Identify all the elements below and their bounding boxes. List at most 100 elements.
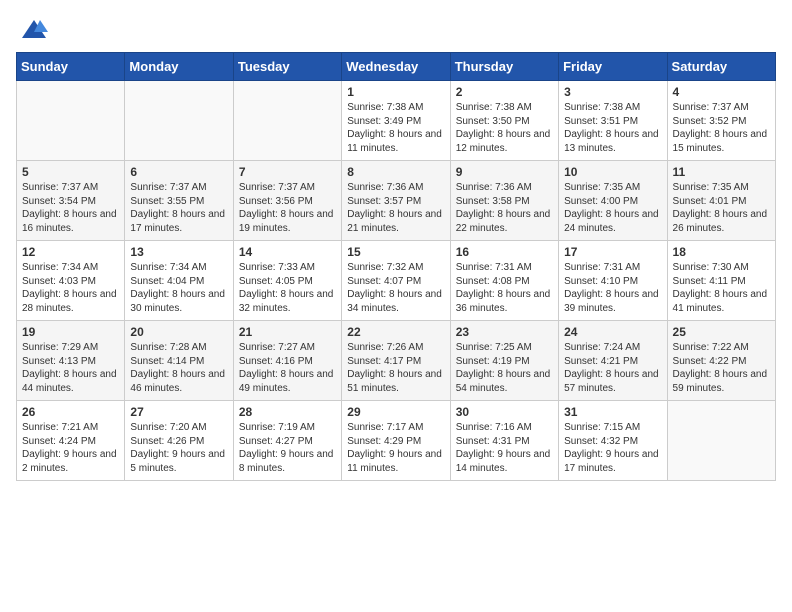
- calendar-cell: 5Sunrise: 7:37 AM Sunset: 3:54 PM Daylig…: [17, 161, 125, 241]
- day-number: 16: [456, 245, 553, 259]
- cell-info: Sunrise: 7:34 AM Sunset: 4:04 PM Dayligh…: [130, 261, 227, 315]
- calendar-cell: [667, 401, 775, 481]
- calendar-cell: 16 Sunrise: 7:31 AM Sunset: 4:08 PM Dayli…: [450, 241, 558, 321]
- day-number: 27: [130, 405, 227, 419]
- calendar-cell: 6 Sunrise: 7:37 AM Sunset: 3:55 PM Daylig…: [125, 161, 233, 241]
- calendar-table: SundayMondayTuesdayWednesdayThursdayFrid…: [16, 52, 776, 481]
- cell-info: Sunrise: 7:38 AM Sunset: 3:50 PM Dayligh…: [456, 101, 553, 155]
- calendar-cell: 29Sunrise: 7:17 AM Sunset: 4:29 PM Dayli…: [342, 401, 450, 481]
- day-number: 23: [456, 325, 553, 339]
- calendar-cell: 2 Sunrise: 7:38 AM Sunset: 3:50 PM Daylig…: [450, 81, 558, 161]
- calendar-cell: 7 Sunrise: 7:37 AM Sunset: 3:56 PM Daylig…: [233, 161, 341, 241]
- cell-info: Sunrise: 7:27 AM Sunset: 4:16 PM Dayligh…: [239, 341, 336, 395]
- day-number: 7: [239, 165, 336, 179]
- calendar-cell: 17 Sunrise: 7:31 AM Sunset: 4:10 PM Dayli…: [559, 241, 667, 321]
- calendar-week-row: 1 Sunrise: 7:38 AM Sunset: 3:49 PM Daylig…: [17, 81, 776, 161]
- calendar-cell: 1 Sunrise: 7:38 AM Sunset: 3:49 PM Daylig…: [342, 81, 450, 161]
- cell-info: Sunrise: 7:34 AM Sunset: 4:03 PM Dayligh…: [22, 261, 119, 315]
- cell-info: Sunrise: 7:25 AM Sunset: 4:19 PM Dayligh…: [456, 341, 553, 395]
- day-number: 31: [564, 405, 661, 419]
- day-number: 28: [239, 405, 336, 419]
- cell-info: Sunrise: 7:36 AM Sunset: 3:57 PM Dayligh…: [347, 181, 444, 235]
- calendar-cell: 22 Sunrise: 7:26 AM Sunset: 4:17 PM Dayli…: [342, 321, 450, 401]
- cell-info: Sunrise: 7:37 AM Sunset: 3:52 PM Dayligh…: [673, 101, 770, 155]
- calendar-cell: 25Sunrise: 7:22 AM Sunset: 4:22 PM Dayli…: [667, 321, 775, 401]
- logo: [16, 16, 48, 44]
- calendar-cell: 27 Sunrise: 7:20 AM Sunset: 4:26 PM Dayli…: [125, 401, 233, 481]
- cell-info: Sunrise: 7:26 AM Sunset: 4:17 PM Dayligh…: [347, 341, 444, 395]
- cell-info: Sunrise: 7:29 AM Sunset: 4:13 PM Dayligh…: [22, 341, 119, 395]
- calendar-week-row: 26 Sunrise: 7:21 AM Sunset: 4:24 PM Dayli…: [17, 401, 776, 481]
- day-number: 25: [673, 325, 770, 339]
- weekday-header: Sunday: [17, 53, 125, 81]
- calendar-cell: 30 Sunrise: 7:16 AM Sunset: 4:31 PM Dayli…: [450, 401, 558, 481]
- page-header: [16, 16, 776, 44]
- cell-info: Sunrise: 7:37 AM Sunset: 3:55 PM Dayligh…: [130, 181, 227, 235]
- day-number: 11: [673, 165, 770, 179]
- day-number: 26: [22, 405, 119, 419]
- day-number: 15: [347, 245, 444, 259]
- weekday-header: Thursday: [450, 53, 558, 81]
- cell-info: Sunrise: 7:28 AM Sunset: 4:14 PM Dayligh…: [130, 341, 227, 395]
- calendar-week-row: 5Sunrise: 7:37 AM Sunset: 3:54 PM Daylig…: [17, 161, 776, 241]
- day-number: 19: [22, 325, 119, 339]
- day-number: 13: [130, 245, 227, 259]
- day-number: 10: [564, 165, 661, 179]
- weekday-header: Tuesday: [233, 53, 341, 81]
- calendar-cell: 8 Sunrise: 7:36 AM Sunset: 3:57 PM Daylig…: [342, 161, 450, 241]
- calendar-cell: [233, 81, 341, 161]
- calendar-cell: 3 Sunrise: 7:38 AM Sunset: 3:51 PM Daylig…: [559, 81, 667, 161]
- calendar-cell: 14Sunrise: 7:33 AM Sunset: 4:05 PM Dayli…: [233, 241, 341, 321]
- calendar-cell: 18Sunrise: 7:30 AM Sunset: 4:11 PM Dayli…: [667, 241, 775, 321]
- day-number: 8: [347, 165, 444, 179]
- calendar-week-row: 12Sunrise: 7:34 AM Sunset: 4:03 PM Dayli…: [17, 241, 776, 321]
- cell-info: Sunrise: 7:37 AM Sunset: 3:54 PM Dayligh…: [22, 181, 119, 235]
- day-number: 1: [347, 85, 444, 99]
- cell-info: Sunrise: 7:21 AM Sunset: 4:24 PM Dayligh…: [22, 421, 119, 475]
- day-number: 14: [239, 245, 336, 259]
- calendar-cell: 24Sunrise: 7:24 AM Sunset: 4:21 PM Dayli…: [559, 321, 667, 401]
- cell-info: Sunrise: 7:35 AM Sunset: 4:01 PM Dayligh…: [673, 181, 770, 235]
- calendar-cell: 12Sunrise: 7:34 AM Sunset: 4:03 PM Dayli…: [17, 241, 125, 321]
- weekday-header: Monday: [125, 53, 233, 81]
- calendar-cell: 28 Sunrise: 7:19 AM Sunset: 4:27 PM Dayli…: [233, 401, 341, 481]
- cell-info: Sunrise: 7:38 AM Sunset: 3:49 PM Dayligh…: [347, 101, 444, 155]
- cell-info: Sunrise: 7:30 AM Sunset: 4:11 PM Dayligh…: [673, 261, 770, 315]
- cell-info: Sunrise: 7:38 AM Sunset: 3:51 PM Dayligh…: [564, 101, 661, 155]
- cell-info: Sunrise: 7:32 AM Sunset: 4:07 PM Dayligh…: [347, 261, 444, 315]
- cell-info: Sunrise: 7:37 AM Sunset: 3:56 PM Dayligh…: [239, 181, 336, 235]
- day-number: 30: [456, 405, 553, 419]
- cell-info: Sunrise: 7:35 AM Sunset: 4:00 PM Dayligh…: [564, 181, 661, 235]
- calendar-cell: [125, 81, 233, 161]
- cell-info: Sunrise: 7:20 AM Sunset: 4:26 PM Dayligh…: [130, 421, 227, 475]
- day-number: 21: [239, 325, 336, 339]
- weekday-header: Saturday: [667, 53, 775, 81]
- day-number: 4: [673, 85, 770, 99]
- day-number: 24: [564, 325, 661, 339]
- cell-info: Sunrise: 7:31 AM Sunset: 4:10 PM Dayligh…: [564, 261, 661, 315]
- day-number: 2: [456, 85, 553, 99]
- cell-info: Sunrise: 7:36 AM Sunset: 3:58 PM Dayligh…: [456, 181, 553, 235]
- cell-info: Sunrise: 7:15 AM Sunset: 4:32 PM Dayligh…: [564, 421, 661, 475]
- cell-info: Sunrise: 7:19 AM Sunset: 4:27 PM Dayligh…: [239, 421, 336, 475]
- calendar-cell: 4 Sunrise: 7:37 AM Sunset: 3:52 PM Daylig…: [667, 81, 775, 161]
- calendar-cell: 31 Sunrise: 7:15 AM Sunset: 4:32 PM Dayli…: [559, 401, 667, 481]
- calendar-header-row: SundayMondayTuesdayWednesdayThursdayFrid…: [17, 53, 776, 81]
- calendar-cell: 15 Sunrise: 7:32 AM Sunset: 4:07 PM Dayli…: [342, 241, 450, 321]
- weekday-header: Wednesday: [342, 53, 450, 81]
- calendar-cell: 23 Sunrise: 7:25 AM Sunset: 4:19 PM Dayli…: [450, 321, 558, 401]
- calendar-cell: [17, 81, 125, 161]
- cell-info: Sunrise: 7:16 AM Sunset: 4:31 PM Dayligh…: [456, 421, 553, 475]
- day-number: 20: [130, 325, 227, 339]
- calendar-cell: 20 Sunrise: 7:28 AM Sunset: 4:14 PM Dayli…: [125, 321, 233, 401]
- calendar-cell: 10 Sunrise: 7:35 AM Sunset: 4:00 PM Dayli…: [559, 161, 667, 241]
- day-number: 6: [130, 165, 227, 179]
- calendar-week-row: 19 Sunrise: 7:29 AM Sunset: 4:13 PM Dayli…: [17, 321, 776, 401]
- calendar-cell: 11 Sunrise: 7:35 AM Sunset: 4:01 PM Dayli…: [667, 161, 775, 241]
- day-number: 17: [564, 245, 661, 259]
- day-number: 22: [347, 325, 444, 339]
- cell-info: Sunrise: 7:17 AM Sunset: 4:29 PM Dayligh…: [347, 421, 444, 475]
- day-number: 3: [564, 85, 661, 99]
- cell-info: Sunrise: 7:31 AM Sunset: 4:08 PM Dayligh…: [456, 261, 553, 315]
- calendar-cell: 9Sunrise: 7:36 AM Sunset: 3:58 PM Daylig…: [450, 161, 558, 241]
